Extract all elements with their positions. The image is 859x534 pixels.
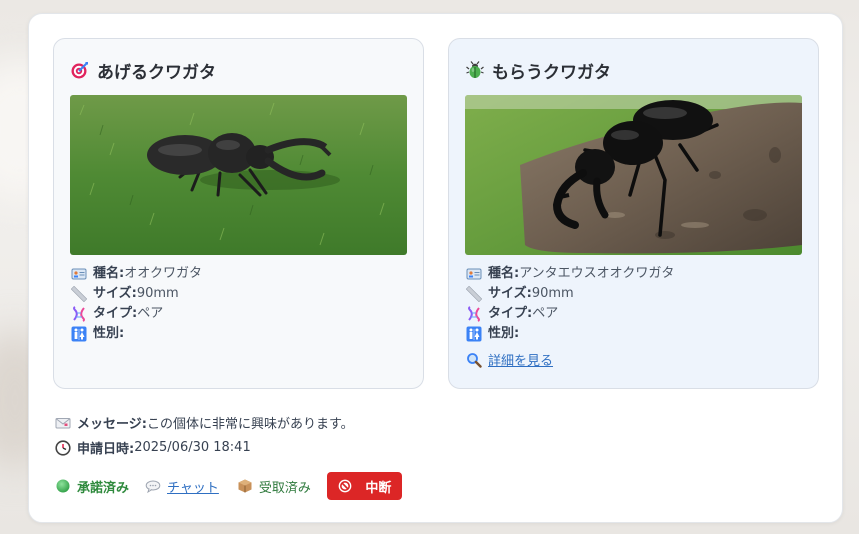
size-value: 90mm [136,286,179,301]
magnifier-icon [466,352,482,368]
view-details-text[interactable]: 詳細を見る [488,350,553,369]
envelope-icon [55,415,71,431]
give-title-text: あげるクワガタ [97,62,216,83]
clock-icon [55,439,71,456]
give-details: 種名: オオクワガタ サイズ: 90mm タイプ: ペア 性別: [71,264,202,344]
size-label: サイズ: [93,286,137,301]
received-status: 受取済み [237,477,311,496]
beetle-icon [466,61,484,79]
status-badge: 承諾済み [55,477,129,496]
give-type-row: タイプ: ペア [71,304,202,324]
received-text: 受取済み [258,480,311,496]
target-icon [71,61,89,79]
type-value: ペア [532,306,559,321]
trade-request-card: あげるクワガタ 種名: オオクワガタ サイズ: 90mm タイプ: ペア 性別:… [28,13,843,523]
get-species-row: 種名: アンタエウスオオクワガタ [466,264,674,284]
chat-text[interactable]: チャット [167,477,219,496]
get-size-row: サイズ: 90mm [466,284,674,304]
species-value: アンタエウスオオクワガタ [519,266,675,281]
prohibited-icon [337,478,353,494]
species-value: オオクワガタ [124,266,202,281]
get-type-row: タイプ: ペア [466,304,674,324]
get-beetle-photo [465,95,802,255]
ruler-icon [71,286,87,302]
get-details: 種名: アンタエウスオオクワガタ サイズ: 90mm タイプ: ペア 性別: [466,264,674,344]
message-row: メッセージ: この個体に非常に興味があります。 [55,413,354,432]
id-card-icon [71,266,87,282]
species-label: 種名: [488,266,520,281]
give-size-row: サイズ: 90mm [71,284,202,304]
restroom-icon [466,326,482,342]
species-label: 種名: [93,266,125,281]
message-label: メッセージ: [77,417,147,432]
get-title-text: もらうクワガタ [492,62,611,83]
applied-datetime-row: 申請日時: 2025/06/30 18:41 [55,438,251,457]
type-value: ペア [137,306,164,321]
give-sex-row: 性別: [71,324,202,344]
message-value: この個体に非常に興味があります。 [146,417,354,432]
applied-label: 申請日時: [77,442,135,457]
stop-button-label: 中断 [365,480,392,496]
chat-link[interactable]: チャット [145,477,219,496]
status-text: 承諾済み [77,480,130,496]
get-panel-title: もらうクワガタ [466,58,611,83]
package-icon [237,478,253,494]
size-label: サイズ: [488,286,532,301]
type-label: タイプ: [93,306,138,321]
give-beetle-panel: あげるクワガタ 種名: オオクワガタ サイズ: 90mm タイプ: ペア 性別: [53,38,424,389]
stop-button[interactable]: 中断 [326,472,402,500]
restroom-icon [71,326,87,342]
give-panel-title: あげるクワガタ [71,58,216,83]
dna-icon [71,306,87,322]
applied-value: 2025/06/30 18:41 [134,440,251,455]
sex-label: 性別: [488,326,520,341]
dna-icon [466,306,482,322]
actions-bar: 承諾済み チャット 受取済み 中断 [55,472,402,500]
green-circle-icon [55,478,71,494]
get-sex-row: 性別: [466,324,674,344]
give-beetle-photo [70,95,407,255]
view-details-link[interactable]: 詳細を見る [466,350,553,369]
speech-bubble-icon [145,478,161,494]
give-species-row: 種名: オオクワガタ [71,264,202,284]
sex-label: 性別: [93,326,125,341]
ruler-icon [466,286,482,302]
type-label: タイプ: [488,306,533,321]
id-card-icon [466,266,482,282]
size-value: 90mm [531,286,574,301]
get-beetle-panel: もらうクワガタ 種名: アンタエウスオオクワガタ サイズ: 90mm タイプ: … [448,38,819,389]
